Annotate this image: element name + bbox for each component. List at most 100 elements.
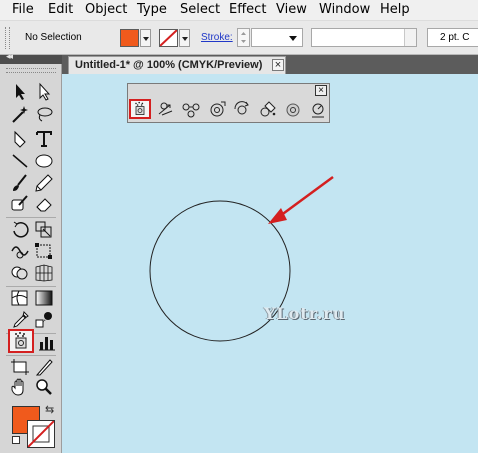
menu-window[interactable]: Window xyxy=(319,2,370,17)
menu-effect[interactable]: Effect xyxy=(229,2,266,17)
mesh-icon xyxy=(11,290,28,306)
none-slash-icon xyxy=(160,30,177,46)
symbol-shifter-tool[interactable] xyxy=(155,99,177,119)
shape-builder-tool[interactable] xyxy=(9,263,31,283)
pen-nib-icon xyxy=(14,130,26,148)
artboard-canvas[interactable] xyxy=(62,74,478,453)
hand-tool[interactable] xyxy=(9,377,31,397)
brush-definition-dropdown[interactable]: 2 pt. C xyxy=(427,28,478,47)
menu-bar: File Edit Object Type Select Effect View… xyxy=(0,0,478,21)
canvas-artwork xyxy=(149,175,334,342)
line-segment-tool[interactable] xyxy=(9,151,31,171)
symbol-stainer-icon xyxy=(260,101,276,117)
menu-file[interactable]: File xyxy=(12,2,34,17)
variable-width-profile-dropdown[interactable] xyxy=(311,28,417,47)
symbol-screener-tool[interactable] xyxy=(282,99,304,119)
line-segment-icon xyxy=(12,154,28,168)
symbol-shifter-icon xyxy=(158,102,173,116)
blob-brush-icon xyxy=(11,195,28,211)
scale-tool[interactable] xyxy=(33,219,55,239)
annotation-arrow-shaft xyxy=(279,175,334,218)
symbolism-tools-panel: × xyxy=(127,83,330,123)
symbol-sprayer-tool[interactable] xyxy=(8,329,34,353)
annotation-arrow-head xyxy=(268,208,287,224)
direct-selection-tool[interactable] xyxy=(33,82,55,102)
column-graph-icon xyxy=(39,337,55,351)
watermark-text: YLotr.ru xyxy=(264,304,346,323)
stroke-color-swatch[interactable] xyxy=(159,29,178,47)
tools-panel-grip[interactable] xyxy=(6,68,56,73)
lasso-tool[interactable] xyxy=(33,104,55,124)
stroke-weight-label[interactable]: Stroke: xyxy=(201,32,233,43)
symbol-screener-icon xyxy=(286,103,300,117)
type-tool[interactable] xyxy=(33,129,55,149)
menu-edit[interactable]: Edit xyxy=(48,2,73,17)
warp-icon xyxy=(11,246,29,259)
stroke-weight-field[interactable] xyxy=(251,28,303,47)
symbol-sizer-icon xyxy=(210,101,226,117)
column-graph-tool[interactable] xyxy=(36,332,58,352)
rotate-tool[interactable] xyxy=(9,219,31,239)
menu-object[interactable]: Object xyxy=(85,2,127,17)
stroke-dropdown-arrow[interactable] xyxy=(179,29,190,47)
magic-wand-icon xyxy=(12,106,28,123)
paintbrush-icon xyxy=(13,174,27,191)
pencil-tool[interactable] xyxy=(33,173,55,193)
ellipse-tool[interactable] xyxy=(33,151,55,171)
artboard-tool[interactable] xyxy=(9,357,31,377)
swap-fill-stroke-icon[interactable]: ⇆ xyxy=(45,403,54,416)
close-panel-button[interactable]: × xyxy=(315,85,327,96)
tool-group-divider xyxy=(6,355,56,356)
blend-icon xyxy=(35,312,52,328)
tool-group-divider xyxy=(6,217,56,218)
default-fill-stroke-icon[interactable] xyxy=(12,436,20,444)
menu-view[interactable]: View xyxy=(276,2,307,17)
brush-definition-value: 2 pt. C xyxy=(440,32,470,43)
spinner-arrows-icon xyxy=(241,32,246,43)
blob-brush-tool[interactable] xyxy=(9,194,31,214)
blend-tool[interactable] xyxy=(33,310,55,330)
magnifier-icon xyxy=(36,379,52,395)
magic-wand-tool[interactable] xyxy=(9,104,31,124)
perspective-grid-tool[interactable] xyxy=(33,263,55,283)
menu-type[interactable]: Type xyxy=(137,2,167,17)
symbol-sprayer-tool[interactable] xyxy=(129,99,151,119)
artboard-icon xyxy=(11,359,29,375)
eraser-icon xyxy=(36,198,52,212)
paintbrush-tool[interactable] xyxy=(9,173,31,193)
menu-help[interactable]: Help xyxy=(380,2,410,17)
stroke-color-box[interactable] xyxy=(27,420,55,448)
eyedropper-icon xyxy=(13,311,29,328)
type-t-icon xyxy=(36,131,52,147)
symbol-stainer-tool[interactable] xyxy=(257,99,279,119)
pencil-icon xyxy=(35,174,53,192)
pen-tool[interactable] xyxy=(9,129,31,149)
zoom-tool[interactable] xyxy=(33,377,55,397)
shape-builder-icon xyxy=(11,266,28,280)
symbol-spinner-icon xyxy=(234,101,249,115)
document-tab[interactable]: Untitled-1* @ 100% (CMYK/Preview) × xyxy=(68,56,286,74)
tools-panel: ◂◂ ⇆ xyxy=(0,52,62,453)
none-slash-icon xyxy=(28,421,54,447)
symbol-spinner-tool[interactable] xyxy=(231,99,253,119)
menu-select[interactable]: Select xyxy=(180,2,220,17)
close-document-button[interactable]: × xyxy=(272,59,284,71)
mesh-tool[interactable] xyxy=(9,288,31,308)
stroke-weight-spinner[interactable] xyxy=(237,28,250,47)
free-transform-tool[interactable] xyxy=(33,241,55,261)
selection-tool[interactable] xyxy=(9,82,31,102)
warp-tool[interactable] xyxy=(9,241,31,261)
symbol-scruncher-tool[interactable] xyxy=(180,99,202,119)
symbol-sizer-tool[interactable] xyxy=(206,99,228,119)
collapse-panel-icon[interactable]: ◂◂ xyxy=(6,52,13,62)
fill-dropdown-arrow[interactable] xyxy=(140,29,151,47)
fill-color-swatch[interactable] xyxy=(120,29,139,47)
eraser-tool[interactable] xyxy=(33,194,55,214)
rotate-icon xyxy=(13,221,29,238)
hand-icon xyxy=(11,378,24,396)
gradient-tool[interactable] xyxy=(33,288,55,308)
control-bar-grip[interactable] xyxy=(5,27,10,49)
eyedropper-tool[interactable] xyxy=(9,310,31,330)
symbol-styler-tool[interactable] xyxy=(307,99,329,119)
slice-tool[interactable] xyxy=(33,357,55,377)
